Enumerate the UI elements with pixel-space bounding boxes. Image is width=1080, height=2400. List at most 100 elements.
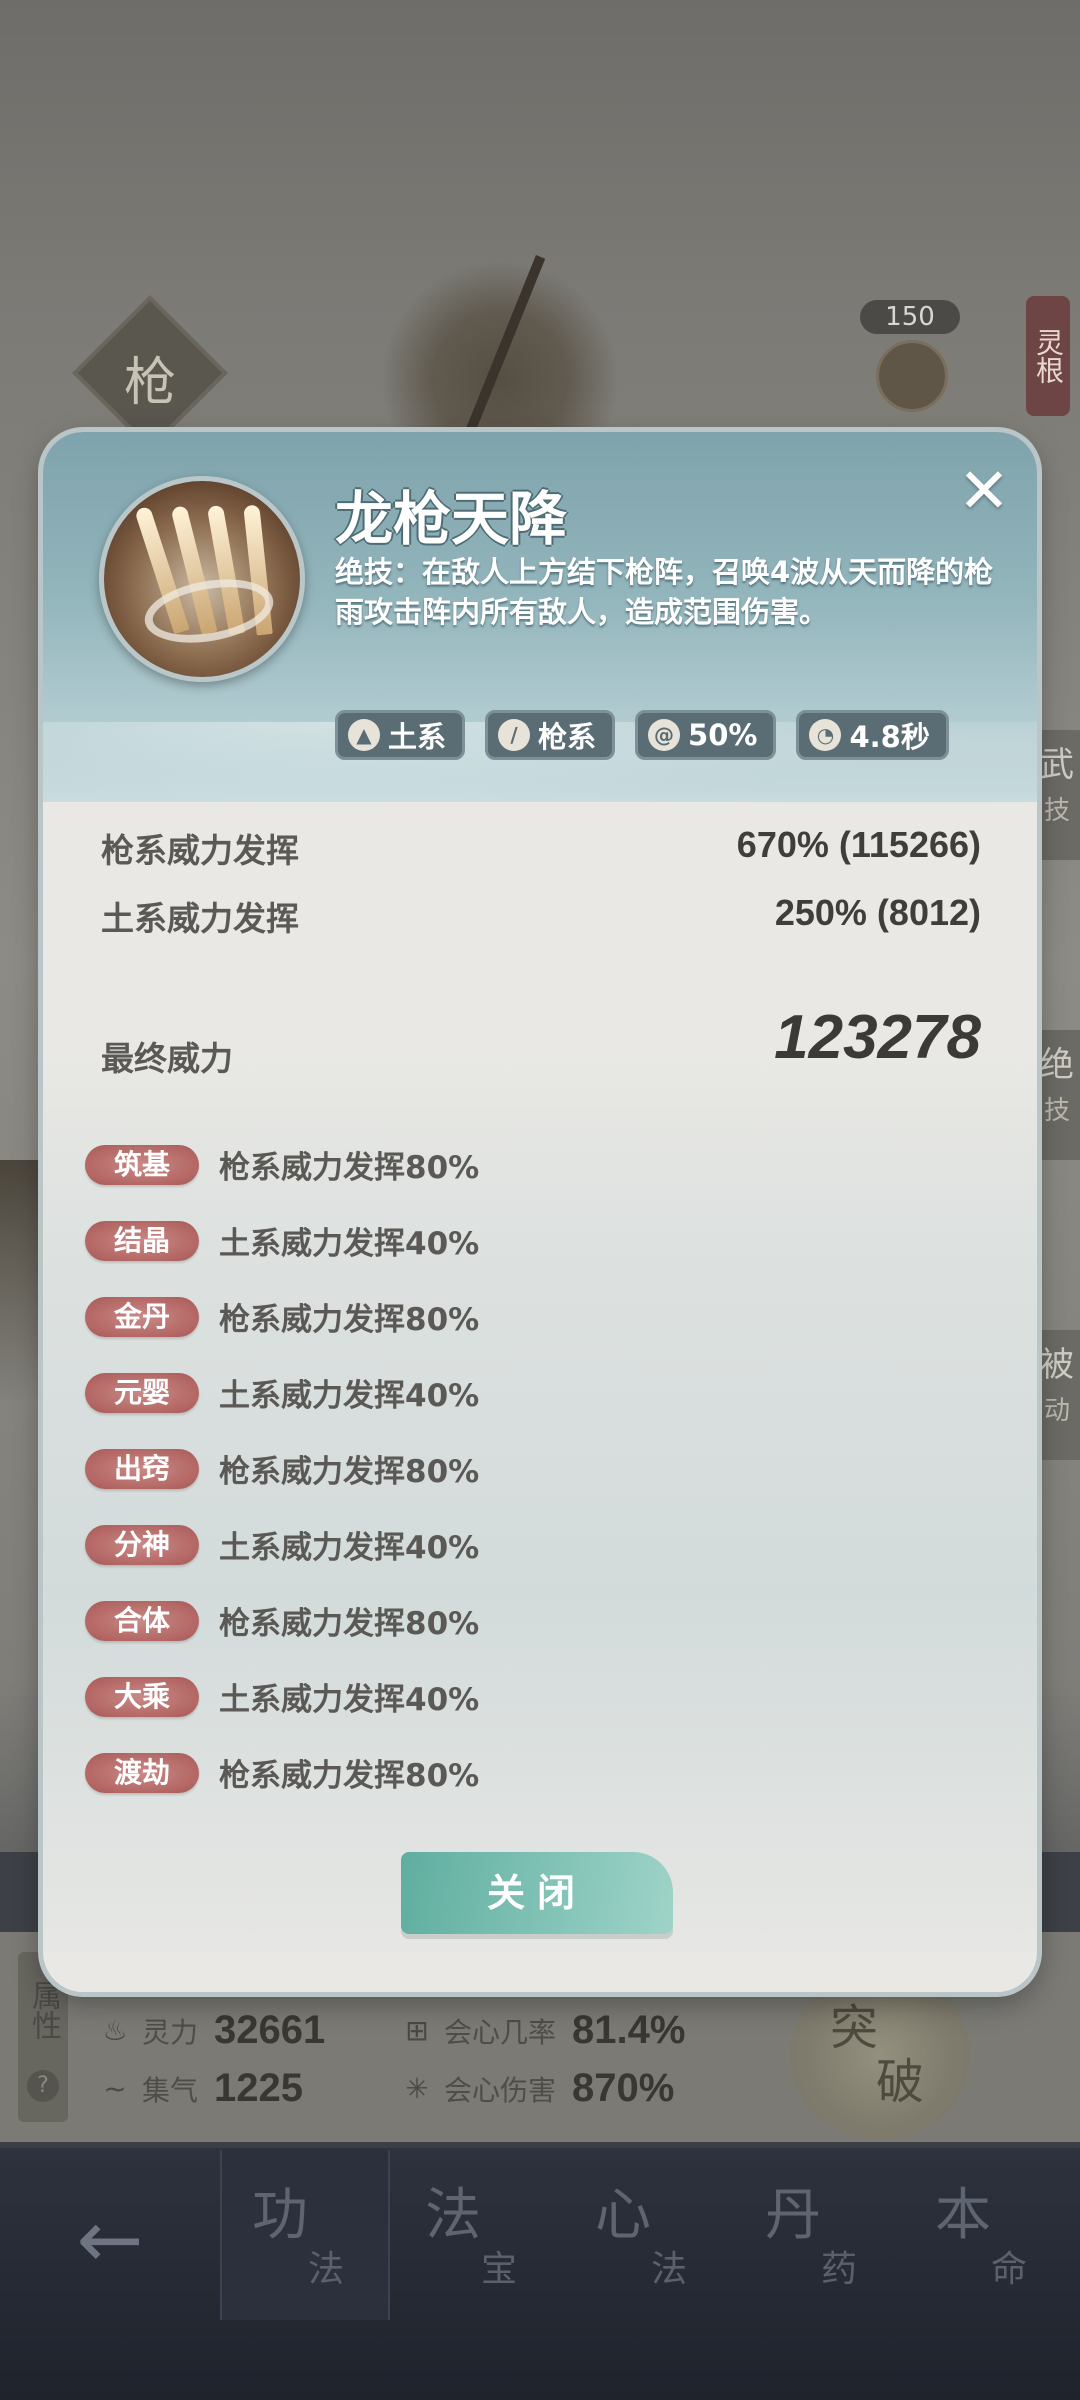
realm-badge: 合体 xyxy=(85,1600,199,1641)
stat-row-earth: 土系威力发挥 250% (8012) xyxy=(101,892,981,940)
side-tab-sub: 技 xyxy=(1043,1096,1070,1126)
level-indicator: 150 xyxy=(860,300,960,334)
nav-benming[interactable]: 本 命 xyxy=(905,2150,1075,2320)
realm-row: 金丹 枪系威力发挥80% xyxy=(85,1294,685,1339)
tag-label: 土系 xyxy=(388,720,447,754)
realm-text: 土系威力发挥40% xyxy=(219,1378,480,1414)
attr-label: 会心伤害 xyxy=(444,2073,557,2107)
spear-icon: / xyxy=(498,719,531,751)
stat-value: 670% (115266) xyxy=(736,824,981,865)
attr-label: 会心几率 xyxy=(444,2015,557,2049)
tag-label: 4.8秒 xyxy=(849,720,930,754)
realm-text: 枪系威力发挥80% xyxy=(219,1150,480,1186)
realm-badge: 元婴 xyxy=(85,1372,199,1413)
earth-icon: ▲ xyxy=(348,719,380,751)
swirl-icon: ~ xyxy=(103,2071,127,2105)
side-tab-sub: 动 xyxy=(1043,1396,1070,1426)
attr-value: 1225 xyxy=(214,2066,303,2110)
attr-row-jiqi: ~ 集气 1225 xyxy=(98,2066,303,2111)
realm-text: 土系威力发挥40% xyxy=(219,1530,480,1566)
tag-label: 50% xyxy=(688,718,758,752)
tag-rate: @ 50% xyxy=(635,710,777,760)
attr-value: 81.4% xyxy=(572,2008,686,2052)
realm-row: 分神 土系威力发挥40% xyxy=(85,1522,685,1567)
skill-detail-modal: 龙枪天降 绝技：在敌人上方结下枪阵，召唤4波从天而降的枪雨攻击阵内所有敌人，造成… xyxy=(43,432,1037,1992)
tag-element: ▲ 土系 xyxy=(335,710,466,760)
stat-label: 土系威力发挥 xyxy=(101,899,299,938)
breakthrough-char-2: 破 xyxy=(876,2054,925,2110)
final-power-label: 最终威力 xyxy=(101,1039,233,1078)
nav-sub-char: 药 xyxy=(821,2249,858,2290)
realm-row: 元婴 土系威力发挥40% xyxy=(85,1370,685,1415)
linggen-tab[interactable]: 灵根 xyxy=(1026,296,1070,416)
final-power-value: 123278 xyxy=(774,1003,981,1072)
side-tab-main: 武 xyxy=(1040,745,1074,785)
attr-row-lingli: ♨ 灵力 32661 xyxy=(98,2008,325,2053)
nav-danyao[interactable]: 丹 药 xyxy=(735,2150,905,2320)
nav-sub-char: 法 xyxy=(651,2249,688,2290)
close-icon[interactable]: ✕ xyxy=(949,456,1019,526)
stat-label: 枪系威力发挥 xyxy=(101,831,299,870)
side-tab-wuji[interactable]: 武 技 xyxy=(1034,730,1080,860)
realm-text: 枪系威力发挥80% xyxy=(219,1758,480,1794)
level-emblem-icon xyxy=(876,340,948,412)
nav-main-char: 本 xyxy=(935,2183,991,2248)
cooldown-icon: ◔ xyxy=(809,719,842,751)
skill-description: 绝技：在敌人上方结下枪阵，召唤4波从天而降的枪雨攻击阵内所有敌人，造成范围伤害。 xyxy=(335,555,994,629)
crit-icon: ⊞ xyxy=(405,2013,429,2047)
side-tab-main: 绝 xyxy=(1040,1045,1074,1085)
realm-text: 枪系威力发挥80% xyxy=(219,1302,480,1338)
nav-main-char: 功 xyxy=(252,2183,308,2248)
tag-cooldown: ◔ 4.8秒 xyxy=(796,710,949,760)
attr-row-crit-damage: ✳ 会心伤害 870% xyxy=(400,2066,674,2111)
stat-value: 250% (8012) xyxy=(774,892,981,933)
nav-main-char: 丹 xyxy=(765,2183,821,2248)
back-arrow-icon[interactable]: ← xyxy=(40,2190,180,2290)
tag-weapon: / 枪系 xyxy=(485,710,616,760)
nav-fabao[interactable]: 法 宝 xyxy=(395,2150,565,2320)
skill-name: 龙枪天降 xyxy=(335,485,568,553)
flame-icon: ♨ xyxy=(102,2013,128,2047)
realm-row: 合体 枪系威力发挥80% xyxy=(85,1598,685,1643)
nav-main-char: 法 xyxy=(425,2183,481,2248)
vortex-icon: @ xyxy=(648,719,681,751)
nav-sub-char: 宝 xyxy=(481,2249,518,2290)
realm-row: 结晶 土系威力发挥40% xyxy=(85,1218,685,1263)
skill-icon xyxy=(99,476,305,682)
realm-badge: 金丹 xyxy=(85,1296,199,1337)
nav-main-char: 心 xyxy=(595,2183,651,2248)
realm-badge: 结晶 xyxy=(85,1220,199,1261)
skill-tags: ▲ 土系 / 枪系 @ 50% ◔ 4.8秒 xyxy=(335,710,949,760)
attr-row-crit-rate: ⊞ 会心几率 81.4% xyxy=(400,2008,685,2053)
side-tab-beidong[interactable]: 被 动 xyxy=(1034,1330,1080,1460)
weapon-badge-label: 枪 xyxy=(123,353,176,413)
help-icon[interactable]: ? xyxy=(27,2070,59,2102)
side-tab-jueji[interactable]: 绝 技 xyxy=(1034,1030,1080,1160)
nav-xinfa[interactable]: 心 法 xyxy=(565,2150,735,2320)
nav-sub-char: 命 xyxy=(991,2249,1028,2290)
side-tab-main: 被 xyxy=(1040,1345,1074,1385)
realm-text: 枪系威力发挥80% xyxy=(219,1606,480,1642)
realm-row: 大乘 土系威力发挥40% xyxy=(85,1674,685,1719)
close-button[interactable]: 关闭 xyxy=(401,1852,673,1934)
realm-text: 土系威力发挥40% xyxy=(219,1226,480,1262)
nav-sub-char: 法 xyxy=(308,2249,345,2290)
realm-text: 枪系威力发挥80% xyxy=(219,1454,480,1490)
attr-value: 870% xyxy=(572,2066,675,2110)
realm-badge: 出窍 xyxy=(85,1448,199,1489)
attr-label: 灵力 xyxy=(142,2015,199,2049)
realm-row: 筑基 枪系威力发挥80% xyxy=(85,1142,685,1187)
realm-row: 出窍 枪系威力发挥80% xyxy=(85,1446,685,1491)
breakthrough-char-1: 突 xyxy=(830,2000,879,2056)
attr-value: 32661 xyxy=(214,2008,326,2052)
realm-badge: 大乘 xyxy=(85,1676,199,1717)
burst-icon: ✳ xyxy=(405,2071,429,2105)
breakthrough-button[interactable]: 突 破 xyxy=(790,1970,970,2140)
realm-text: 土系威力发挥40% xyxy=(219,1682,480,1718)
stat-row-spear: 枪系威力发挥 670% (115266) xyxy=(101,824,981,872)
mist-background xyxy=(43,1052,1037,1952)
stats-area: 枪系威力发挥 670% (115266) 土系威力发挥 250% (8012) … xyxy=(43,802,1037,1992)
nav-gongfa[interactable]: 功 法 xyxy=(220,2150,390,2320)
realm-row: 渡劫 枪系威力发挥80% xyxy=(85,1750,685,1795)
realm-badge: 渡劫 xyxy=(85,1752,199,1793)
